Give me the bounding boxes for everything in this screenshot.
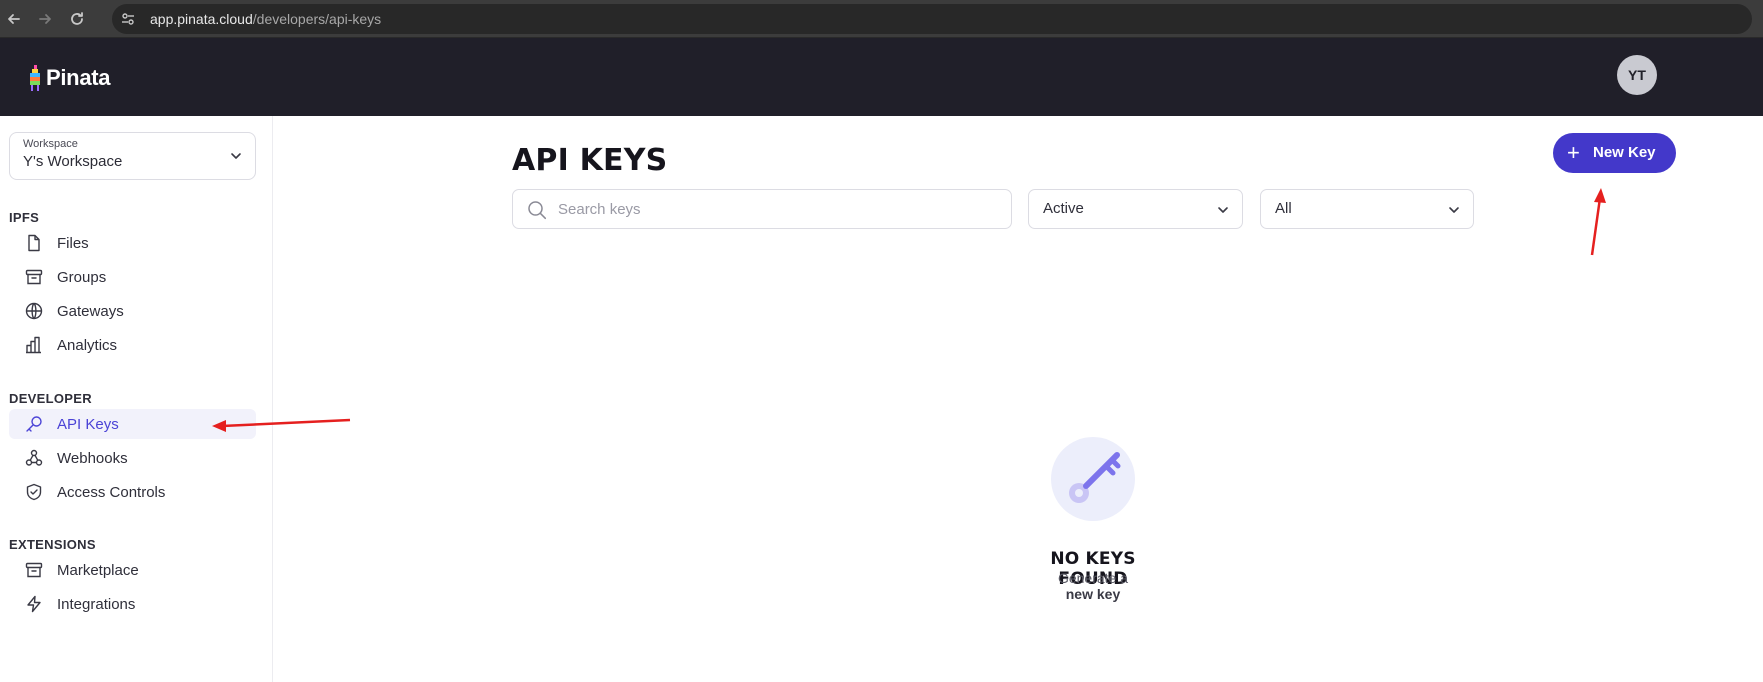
bar-chart-icon	[26, 336, 41, 354]
app-header: Pinata YT	[0, 38, 1763, 116]
sidebar-item-label: Access Controls	[57, 484, 166, 501]
new-key-label: New Key	[1593, 144, 1656, 161]
site-settings-icon[interactable]	[120, 11, 136, 27]
sidebar-item-label: Files	[57, 235, 89, 252]
sidebar-item-marketplace[interactable]: Marketplace	[9, 555, 256, 585]
search-icon	[528, 201, 547, 220]
browser-toolbar: app.pinata.cloud/developers/api-keys	[0, 0, 1763, 38]
page-title: API KEYS	[512, 143, 668, 178]
avatar[interactable]: YT	[1617, 55, 1657, 95]
forward-icon[interactable]	[35, 9, 55, 29]
sidebar-item-label: Marketplace	[57, 562, 139, 579]
search-input[interactable]	[558, 198, 998, 220]
chevron-down-icon	[1449, 207, 1459, 213]
sidebar-item-label: Analytics	[57, 337, 118, 354]
sidebar-item-api-keys[interactable]: API Keys	[9, 409, 256, 439]
sidebar-item-label: Integrations	[57, 596, 136, 613]
sidebar-item-gateways[interactable]: Gateways	[9, 296, 256, 326]
scope-filter-select[interactable]: All	[1260, 189, 1474, 229]
chevron-down-icon	[1218, 207, 1228, 213]
address-bar[interactable]: app.pinata.cloud/developers/api-keys	[112, 4, 1752, 34]
pinata-logo[interactable]: Pinata	[28, 64, 111, 92]
status-filter-value: Active	[1043, 200, 1084, 217]
url-text[interactable]: app.pinata.cloud/developers/api-keys	[150, 11, 381, 27]
section-title-extensions: EXTENSIONS	[9, 537, 96, 552]
store-icon	[25, 562, 43, 578]
scope-filter-value: All	[1275, 200, 1292, 217]
sidebar-item-label: Gateways	[57, 303, 124, 320]
file-icon	[28, 234, 40, 252]
empty-state-subtitle: Generate a	[1057, 570, 1129, 586]
sidebar-item-label: Webhooks	[57, 450, 128, 467]
chevron-down-icon	[231, 153, 241, 159]
workspace-value: Y's Workspace	[23, 153, 123, 170]
sidebar-item-files[interactable]: Files	[9, 228, 256, 258]
section-title-ipfs: IPFS	[9, 210, 40, 225]
generate-new-key-link[interactable]: new key	[1043, 586, 1143, 602]
pinata-logo-icon	[30, 65, 40, 91]
section-title-developer: DEVELOPER	[9, 391, 92, 406]
logo-text: Pinata	[46, 65, 111, 90]
plus-icon: +	[1567, 140, 1580, 165]
globe-icon	[25, 302, 43, 320]
sidebar-item-label: API Keys	[57, 416, 119, 433]
new-key-button[interactable]: + New Key	[1553, 133, 1676, 173]
sidebar-item-analytics[interactable]: Analytics	[9, 330, 256, 360]
workspace-label: Workspace	[23, 138, 78, 150]
status-filter-select[interactable]: Active	[1028, 189, 1243, 229]
sidebar: Workspace Y's Workspace IPFS Files Group…	[0, 116, 273, 682]
reload-icon[interactable]	[67, 9, 87, 29]
search-box[interactable]	[512, 189, 1012, 229]
sidebar-item-access-controls[interactable]: Access Controls	[9, 477, 256, 507]
workspace-selector[interactable]: Workspace Y's Workspace	[9, 132, 256, 180]
url-host: app.pinata.cloud	[150, 11, 253, 27]
back-icon[interactable]	[4, 9, 24, 29]
zap-icon	[27, 595, 41, 613]
shield-check-icon	[26, 483, 42, 501]
key-icon	[26, 416, 42, 432]
sidebar-item-webhooks[interactable]: Webhooks	[9, 443, 256, 473]
sidebar-item-label: Groups	[57, 269, 107, 286]
archive-icon	[25, 269, 43, 285]
sidebar-item-integrations[interactable]: Integrations	[9, 589, 256, 619]
webhook-icon	[25, 449, 43, 466]
empty-state-key-icon	[1051, 437, 1135, 521]
url-path: /developers/api-keys	[252, 11, 382, 27]
sidebar-item-groups[interactable]: Groups	[9, 262, 256, 292]
